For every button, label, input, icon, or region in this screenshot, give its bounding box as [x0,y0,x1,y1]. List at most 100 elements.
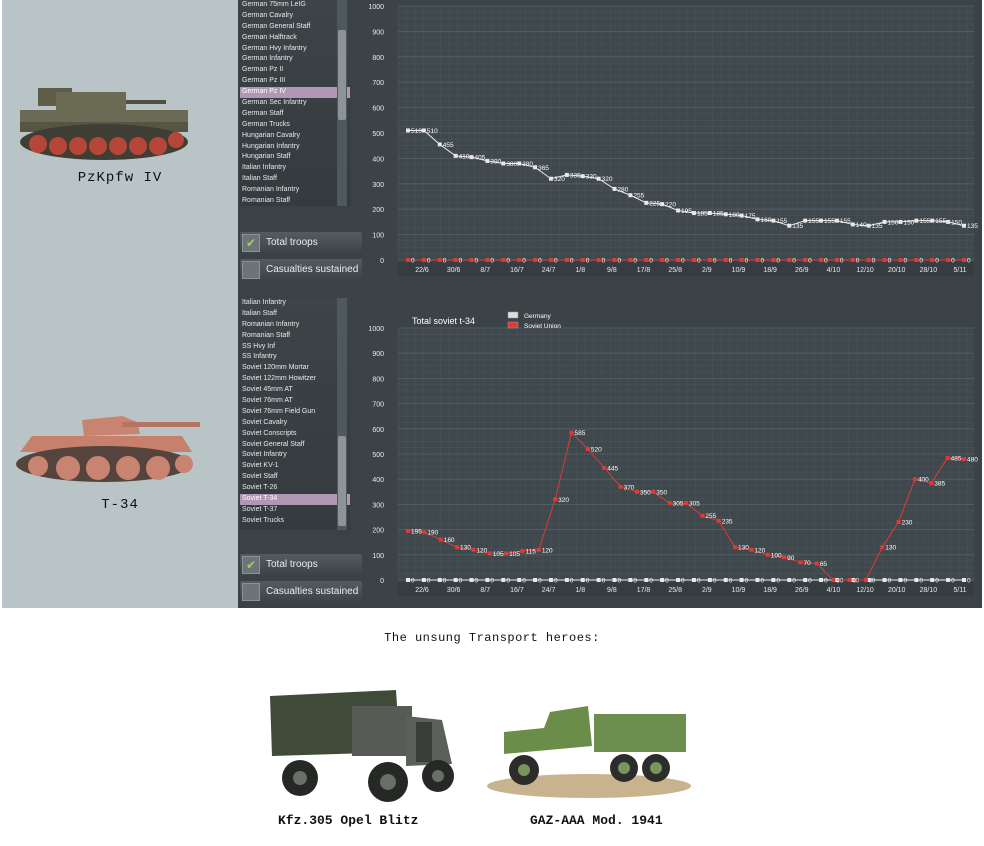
list-item[interactable]: Romanian Infantry [240,320,350,331]
list-item[interactable]: SS Infantry [240,352,350,363]
data-point [437,258,442,262]
data-label: 0 [554,578,558,585]
list-item[interactable]: German Pz III [240,76,350,87]
data-point [676,208,681,213]
data-point [406,578,410,582]
data-point [896,520,901,525]
data-label: 255 [705,513,716,520]
list-item[interactable]: Soviet 76mm Field Gun [240,407,350,418]
data-point [914,258,919,262]
data-point [676,258,681,262]
data-label: 0 [729,578,733,585]
data-label: 280 [618,186,629,193]
list-item[interactable]: German Trucks [240,120,350,131]
scrollbar-thumb[interactable] [338,30,346,120]
data-point [487,551,492,556]
list-item[interactable]: Romanian Staff [240,331,350,342]
list-item[interactable]: German Halftrack [240,33,350,44]
list-item[interactable]: Soviet Conscripts [240,429,350,440]
scrollbar-thumb[interactable] [338,436,346,526]
data-label: 370 [624,484,635,491]
list-item[interactable]: Soviet 120mm Mortar [240,363,350,374]
list-item[interactable]: German Sec Infantry [240,98,350,109]
list-item[interactable]: German Pz IV [240,87,350,99]
data-point [755,217,760,222]
data-label: 0 [888,578,892,585]
list-item[interactable]: Romanian Staff [240,196,350,206]
list-item[interactable]: Soviet T-34 [240,494,350,505]
data-label: 320 [602,176,613,183]
y-tick-label: 200 [372,528,384,535]
data-label: 0 [649,258,653,265]
data-point [798,560,803,565]
data-label: 90 [787,555,795,562]
list-item[interactable]: German Staff [240,109,350,120]
data-label: 120 [542,547,553,554]
list-item[interactable]: Soviet T-26 [240,483,350,494]
list-item[interactable]: German Cavalry [240,11,350,22]
list-item[interactable]: Soviet Staff [240,472,350,483]
data-point [533,578,538,582]
y-tick-label: 800 [372,376,384,383]
list-item[interactable]: German Infantry [240,54,350,65]
list-item[interactable]: Italian Staff [240,309,350,320]
data-label: 0 [935,578,939,585]
troops-chart: 0100200300400500600700800900100022/6 30/6… [362,298,980,608]
unit-list[interactable]: Italian Infantry Italian Staff Romanian In… [240,298,350,530]
list-item[interactable]: Soviet General Staff [240,440,350,451]
data-point [803,258,808,262]
data-label: 135 [792,223,803,230]
tab-total-troops[interactable]: ✔ Total troops [240,232,362,254]
data-label: 195 [681,208,692,215]
list-item[interactable]: German Hvy Infantry [240,44,350,55]
data-label: 105 [509,551,520,558]
list-item[interactable]: German Pz II [240,65,350,76]
list-item[interactable]: Italian Infantry [240,163,350,174]
data-point [406,128,410,133]
data-point [930,258,935,262]
data-point [962,457,966,462]
list-item[interactable]: Soviet T-37 [240,505,350,516]
data-label: 0 [459,258,463,265]
list-item[interactable]: Soviet Cavalry [240,418,350,429]
tab-total-troops[interactable]: ✔ Total troops [240,554,362,576]
unit-list[interactable]: German 75mm LeIG German Cavalry German Gen… [240,0,350,206]
list-item[interactable]: Soviet 76mm AT [240,396,350,407]
data-label: 0 [427,258,431,265]
list-scrollbar[interactable] [337,0,347,206]
y-tick-label: 1000 [368,4,384,11]
data-label: 230 [902,520,913,527]
data-label: 350 [640,489,651,496]
list-item[interactable]: Soviet Trucks [240,516,350,527]
list-item[interactable]: Hungarian Staff [240,152,350,163]
check-icon: ✔ [242,556,260,574]
list-item[interactable]: Romanian Infantry [240,185,350,196]
list-item[interactable]: Italian Staff [240,174,350,185]
data-point [421,258,426,262]
data-point [553,497,558,502]
data-label: 305 [689,501,700,508]
list-scrollbar[interactable] [337,298,347,530]
list-item[interactable]: Hungarian Cavalry [240,131,350,142]
data-point [912,477,917,482]
check-box: ✔ [242,583,260,601]
list-item[interactable]: Soviet 122mm Howitzer [240,374,350,385]
list-item[interactable]: Italian Infantry [240,298,350,309]
tab-casualties[interactable]: ✔ Casualties sustained [240,259,362,281]
legend-swatch [507,321,519,329]
data-point [882,578,887,582]
x-tick-label: 18/9 [763,267,777,274]
list-item[interactable]: German General Staff [240,22,350,33]
y-tick-label: 1000 [368,326,384,333]
x-tick-label: 9/8 [607,587,617,594]
tab-casualties[interactable]: ✔ Casualties sustained [240,581,362,603]
data-label: 0 [840,578,844,585]
list-item[interactable]: German 75mm LeIG [240,0,350,11]
list-item[interactable]: Hungarian Infantry [240,142,350,153]
list-item[interactable]: Soviet Infantry [240,450,350,461]
list-item[interactable]: SS Hvy Inf [240,342,350,353]
list-item[interactable]: Soviet KV-1 [240,461,350,472]
data-point [469,258,474,262]
list-item[interactable]: Soviet 45mm AT [240,385,350,396]
data-point [471,547,476,552]
